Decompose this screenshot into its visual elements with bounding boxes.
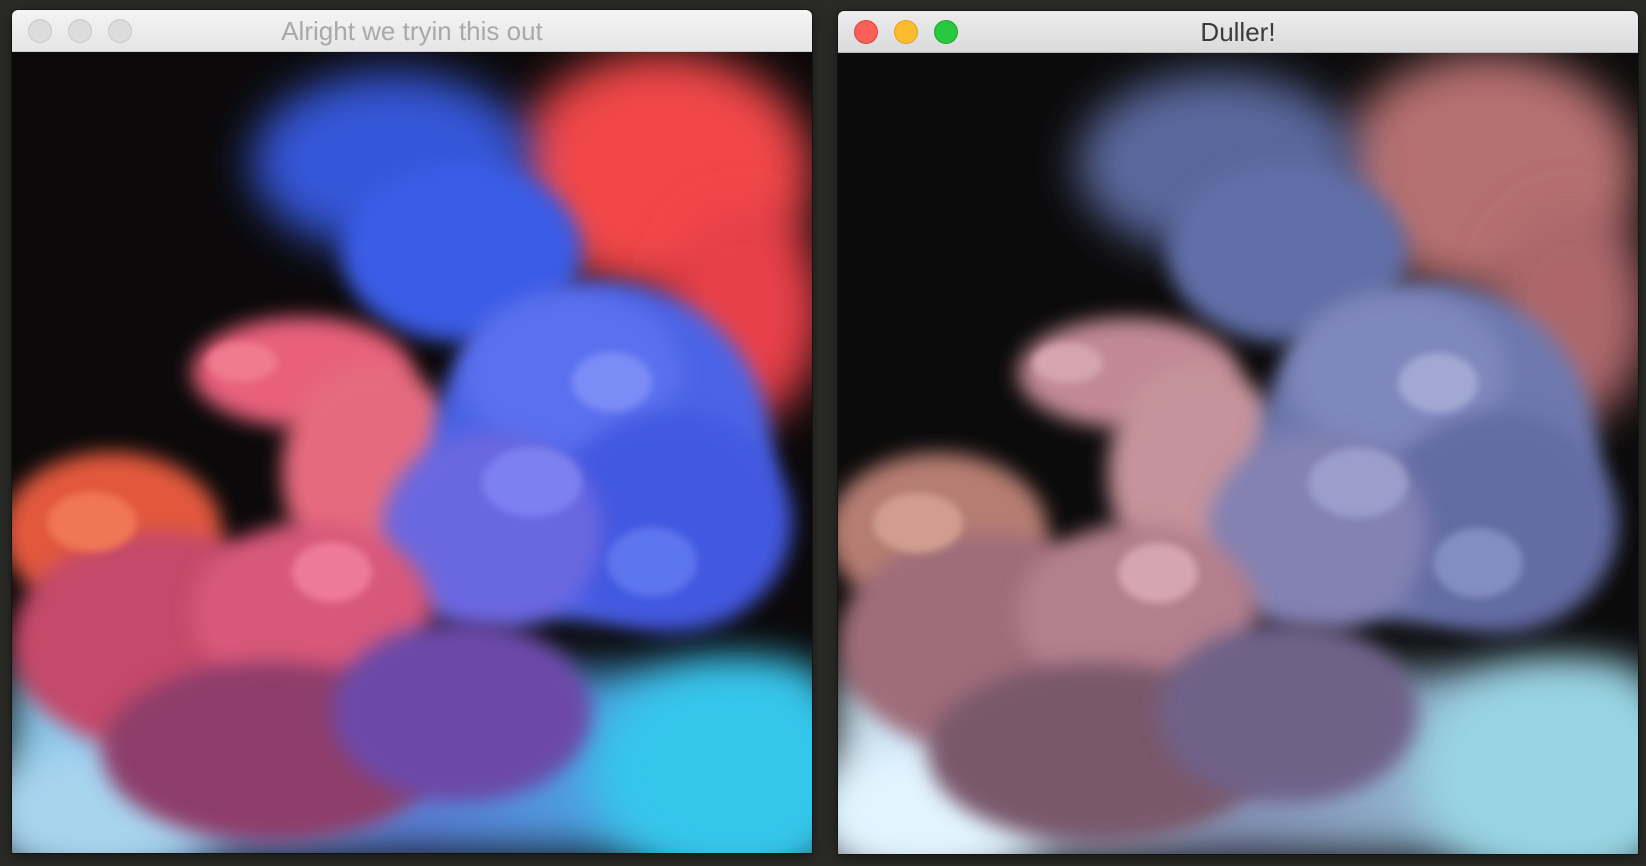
desktop: Alright we tryin this out Duller! bbox=[0, 0, 1646, 866]
window-title: Alright we tryin this out bbox=[281, 16, 543, 46]
window-titlebar[interactable]: Duller! bbox=[838, 11, 1638, 53]
window-titlebar[interactable]: Alright we tryin this out bbox=[12, 10, 812, 52]
image-view bbox=[838, 53, 1638, 854]
window-original[interactable]: Alright we tryin this out bbox=[12, 10, 812, 853]
ink-smoke-image bbox=[838, 53, 1638, 854]
ink-smoke-image bbox=[12, 52, 812, 853]
image-view bbox=[12, 52, 812, 853]
window-duller[interactable]: Duller! bbox=[838, 11, 1638, 854]
window-title: Duller! bbox=[1200, 17, 1276, 47]
